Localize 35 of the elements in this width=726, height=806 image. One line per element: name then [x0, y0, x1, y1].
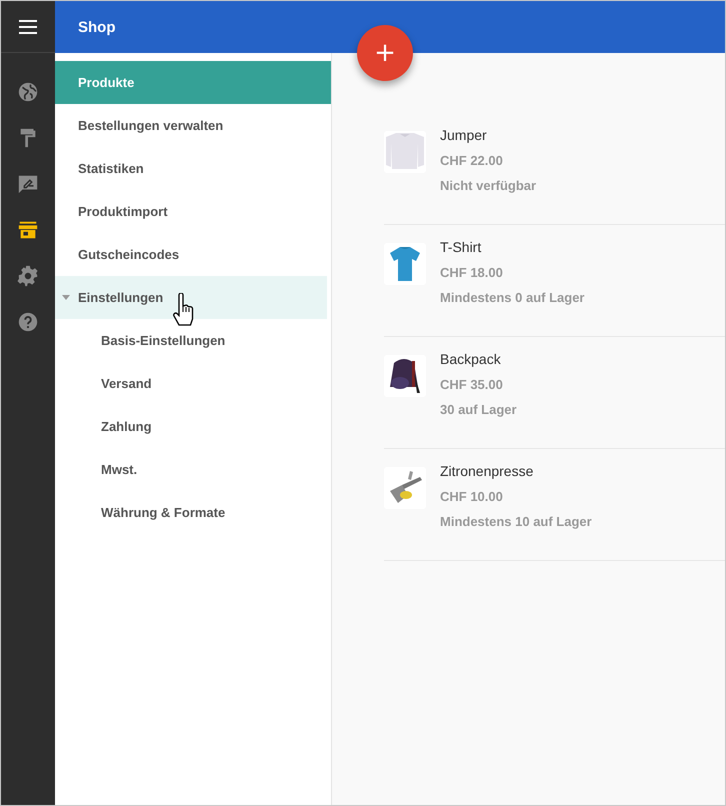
product-name: Zitronenpresse [440, 463, 534, 479]
product-price: CHF 35.00 [440, 377, 504, 392]
app-title: Shop [78, 18, 116, 36]
product-row[interactable]: Jumper CHF 22.00 Nicht verfügbar [384, 113, 725, 225]
store-icon[interactable] [17, 219, 39, 241]
menu-item[interactable]: Einstellungen [55, 276, 327, 319]
menu-item[interactable]: Zahlung [55, 405, 331, 448]
product-price: CHF 10.00 [440, 489, 504, 504]
product-row[interactable]: Zitronenpresse CHF 10.00 Mindestens 10 auf Lager [384, 449, 725, 561]
add-button[interactable]: + [357, 25, 413, 81]
stock-status: Nicht verfügbar [440, 178, 536, 193]
product-price: CHF 18.00 [440, 265, 504, 280]
stock-status: Mindestens 0 auf Lager [440, 290, 584, 305]
caret-icon [62, 295, 70, 300]
product-name: Jumper [440, 127, 488, 143]
product-price: CHF 22.00 [440, 153, 504, 168]
stock-status: Mindestens 10 auf Lager [440, 514, 592, 529]
menu-item[interactable]: Bestellungen verwalten [55, 104, 331, 147]
globe-icon[interactable] [17, 81, 39, 103]
menu-item[interactable]: Produktimport [55, 190, 331, 233]
menu-item[interactable]: Versand [55, 362, 331, 405]
menu-item[interactable]: Mwst. [55, 448, 331, 491]
help-icon[interactable] [17, 311, 39, 333]
gear-icon[interactable] [17, 265, 39, 287]
menu-icon[interactable] [19, 20, 37, 34]
product-row[interactable]: T-Shirt CHF 18.00 Mindestens 0 auf Lager [384, 225, 725, 337]
product-name: Backpack [440, 351, 502, 367]
menu-item[interactable]: Statistiken [55, 147, 331, 190]
feedback-icon[interactable] [17, 173, 39, 195]
stock-status: 30 auf Lager [440, 402, 517, 417]
menu-item[interactable]: Währung & Formate [55, 491, 331, 534]
product-name: T-Shirt [440, 239, 482, 255]
product-row[interactable]: Backpack CHF 35.00 30 auf Lager [384, 337, 725, 449]
menu-item[interactable]: Basis-Einstellungen [55, 319, 331, 362]
menu-item[interactable]: Gutscheincodes [55, 233, 331, 276]
